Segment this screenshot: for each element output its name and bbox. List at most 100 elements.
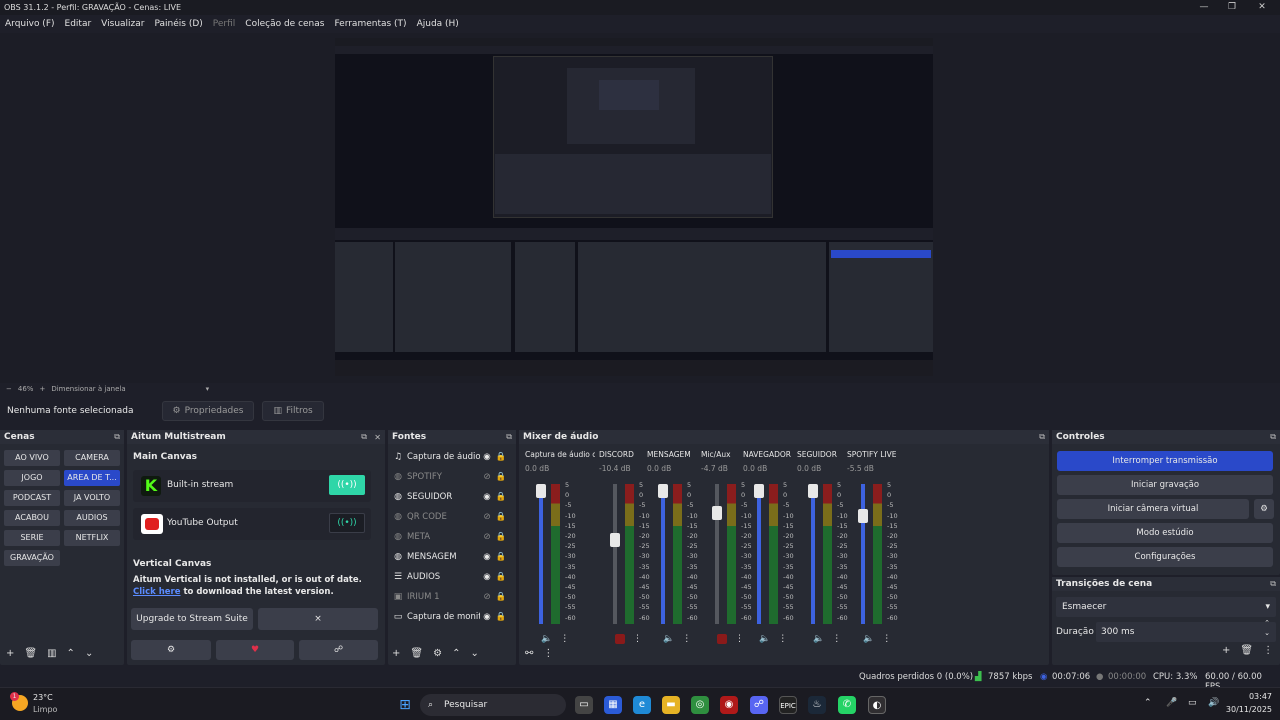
lock-icon[interactable]: 🔒 (494, 472, 508, 482)
menu-item[interactable]: Painéis (D) (149, 19, 207, 29)
builtin-stream-toggle[interactable]: ((•)) (329, 475, 365, 495)
whatsapp-icon[interactable]: ✆ (838, 696, 856, 714)
fit-window-label[interactable]: Dimensionar à janela (51, 385, 125, 393)
source-row[interactable]: ◍ META ⊘ 🔒 (392, 528, 510, 546)
volume-fader-handle[interactable] (808, 484, 818, 498)
link-icon[interactable]: ⚯ (525, 648, 533, 659)
close-button[interactable]: ✕ (1248, 0, 1276, 15)
more-icon[interactable]: ⋮ (832, 634, 841, 644)
properties-button[interactable]: ⚙ Propriedades (161, 401, 255, 421)
undock-icon[interactable]: ⧉ (361, 432, 367, 442)
volume-fader-handle[interactable] (712, 505, 722, 520)
eye-icon[interactable]: ◉ (480, 552, 494, 562)
transition-select[interactable]: Esmaecer ▾ (1056, 597, 1276, 617)
scene-item[interactable]: GRAVAÇÃO (4, 550, 60, 566)
more-icon[interactable]: ⋮ (1263, 645, 1273, 656)
network-icon[interactable]: ▭ (1188, 698, 1197, 708)
speaker-icon[interactable]: 🔈 (813, 634, 824, 644)
add-icon[interactable]: + (6, 648, 14, 659)
chevron-down-icon[interactable]: ▾ (206, 385, 210, 393)
trash-icon[interactable]: 🗑 (410, 648, 423, 659)
youtube-output-toggle[interactable]: ((•)) (329, 513, 365, 533)
menu-item[interactable]: Coleção de cenas (240, 19, 329, 29)
eye-hidden-icon[interactable]: ⊘ (480, 472, 494, 482)
volume-fader-track[interactable] (861, 484, 865, 624)
menu-item[interactable]: Editar (60, 19, 97, 29)
upgrade-button[interactable]: Upgrade to Stream Suite (131, 608, 253, 630)
menu-item[interactable]: Arquivo (F) (0, 19, 60, 29)
add-icon[interactable]: + (392, 648, 400, 659)
virtual-camera-settings[interactable]: ⚙ (1254, 499, 1274, 519)
duration-spinbox[interactable]: 300 ms ⌃ ⌄ (1096, 619, 1276, 642)
menu-item[interactable]: Ajuda (H) (412, 19, 464, 29)
chevron-down-icon[interactable]: ⌄ (85, 648, 93, 659)
filters-button[interactable]: ▥ Filtros (262, 401, 324, 421)
scene-item[interactable]: JOGO (4, 470, 60, 486)
lock-icon[interactable]: 🔒 (494, 552, 508, 562)
clock-date[interactable]: 30/11/2025 (1218, 705, 1272, 714)
more-icon[interactable]: ⋮ (682, 634, 691, 644)
settings-button[interactable]: ⚙ (131, 640, 211, 660)
add-icon[interactable]: + (1222, 645, 1230, 656)
speaker-icon[interactable]: 🔈 (663, 634, 674, 644)
more-icon[interactable]: ⋮ (543, 648, 553, 659)
source-row[interactable]: ◍ SPOTIFY ⊘ 🔒 (392, 468, 510, 486)
eye-hidden-icon[interactable]: ⊘ (480, 592, 494, 602)
lock-icon[interactable]: 🔒 (494, 452, 508, 462)
windows-start-icon[interactable]: ⊞ (396, 696, 414, 714)
search-box[interactable]: ⌕ Pesquisar (420, 694, 566, 716)
source-row[interactable]: ▭ Captura de monitor◉🔒 (392, 608, 510, 626)
eye-icon[interactable]: ◉ (480, 452, 494, 462)
speaker-icon[interactable]: 🔈 (759, 634, 770, 644)
trash-icon[interactable]: 🗑 (24, 648, 37, 659)
more-icon[interactable]: ⋮ (882, 634, 891, 644)
scene-item[interactable]: CAMERA (64, 450, 120, 466)
muted-speaker-icon[interactable] (615, 634, 625, 644)
chevron-down-icon[interactable]: ⌄ (470, 648, 478, 659)
lock-icon[interactable]: 🔒 (494, 572, 508, 582)
gear-icon[interactable]: ⚙ (433, 648, 442, 659)
eye-icon[interactable]: ◉ (480, 612, 494, 622)
start-recording-button[interactable]: Iniciar gravação (1057, 475, 1273, 495)
source-row[interactable]: ◍ MENSAGEM ◉ 🔒 (392, 548, 510, 566)
zoom-in-button[interactable]: + (39, 385, 45, 393)
microphone-icon[interactable]: 🎤 (1166, 698, 1177, 708)
volume-fader-track[interactable] (811, 484, 815, 624)
store-icon[interactable]: ▦ (604, 696, 622, 714)
eye-hidden-icon[interactable]: ⊘ (480, 512, 494, 522)
volume-fader-track[interactable] (613, 484, 617, 624)
scene-item[interactable]: SERIE (4, 530, 60, 546)
muted-speaker-icon[interactable] (717, 634, 727, 644)
scene-item[interactable]: AUDIOS (64, 510, 120, 526)
obs-icon[interactable]: ◐ (868, 696, 886, 714)
volume-fader-handle[interactable] (658, 484, 668, 498)
volume-fader-handle[interactable] (610, 533, 620, 548)
filter-icon[interactable]: ▥ (47, 648, 56, 659)
source-row[interactable]: ☰ AUDIOS ◉ 🔒 (392, 568, 510, 586)
task-view-icon[interactable]: ▭ (575, 696, 593, 714)
app-red-icon[interactable]: ◉ (720, 696, 738, 714)
volume-fader-track[interactable] (757, 484, 761, 624)
lock-icon[interactable]: 🔒 (494, 492, 508, 502)
volume-fader-handle[interactable] (754, 484, 764, 498)
virtual-camera-button[interactable]: Iniciar câmera virtual (1057, 499, 1249, 519)
source-row[interactable]: ♫ Captura de áudio ◉ 🔒 (392, 448, 510, 466)
trash-icon[interactable]: 🗑 (1240, 645, 1253, 656)
lock-icon[interactable]: 🔒 (494, 612, 508, 622)
lock-icon[interactable]: 🔒 (494, 532, 508, 542)
chevron-up-icon[interactable]: ⌃ (67, 648, 75, 659)
lock-icon[interactable]: 🔒 (494, 512, 508, 522)
edge-icon[interactable]: e (633, 696, 651, 714)
steam-icon[interactable]: ♨ (808, 696, 826, 714)
zoom-out-button[interactable]: − (6, 385, 12, 393)
settings-button[interactable]: Configurações (1057, 547, 1273, 567)
minimize-button[interactable]: — (1190, 0, 1218, 15)
clock-time[interactable]: 03:47 (1228, 692, 1272, 701)
source-row[interactable]: ▣ IRIUM 1 ⊘ 🔒 (392, 588, 510, 606)
spinner-arrows-icon[interactable]: ⌃ ⌄ (1264, 618, 1270, 638)
volume-fader-handle[interactable] (536, 484, 546, 498)
more-icon[interactable]: ⋮ (633, 634, 642, 644)
menu-item[interactable]: Ferramentas (T) (329, 19, 411, 29)
maximize-button[interactable]: ❐ (1218, 0, 1246, 15)
eye-icon[interactable]: ◉ (480, 492, 494, 502)
